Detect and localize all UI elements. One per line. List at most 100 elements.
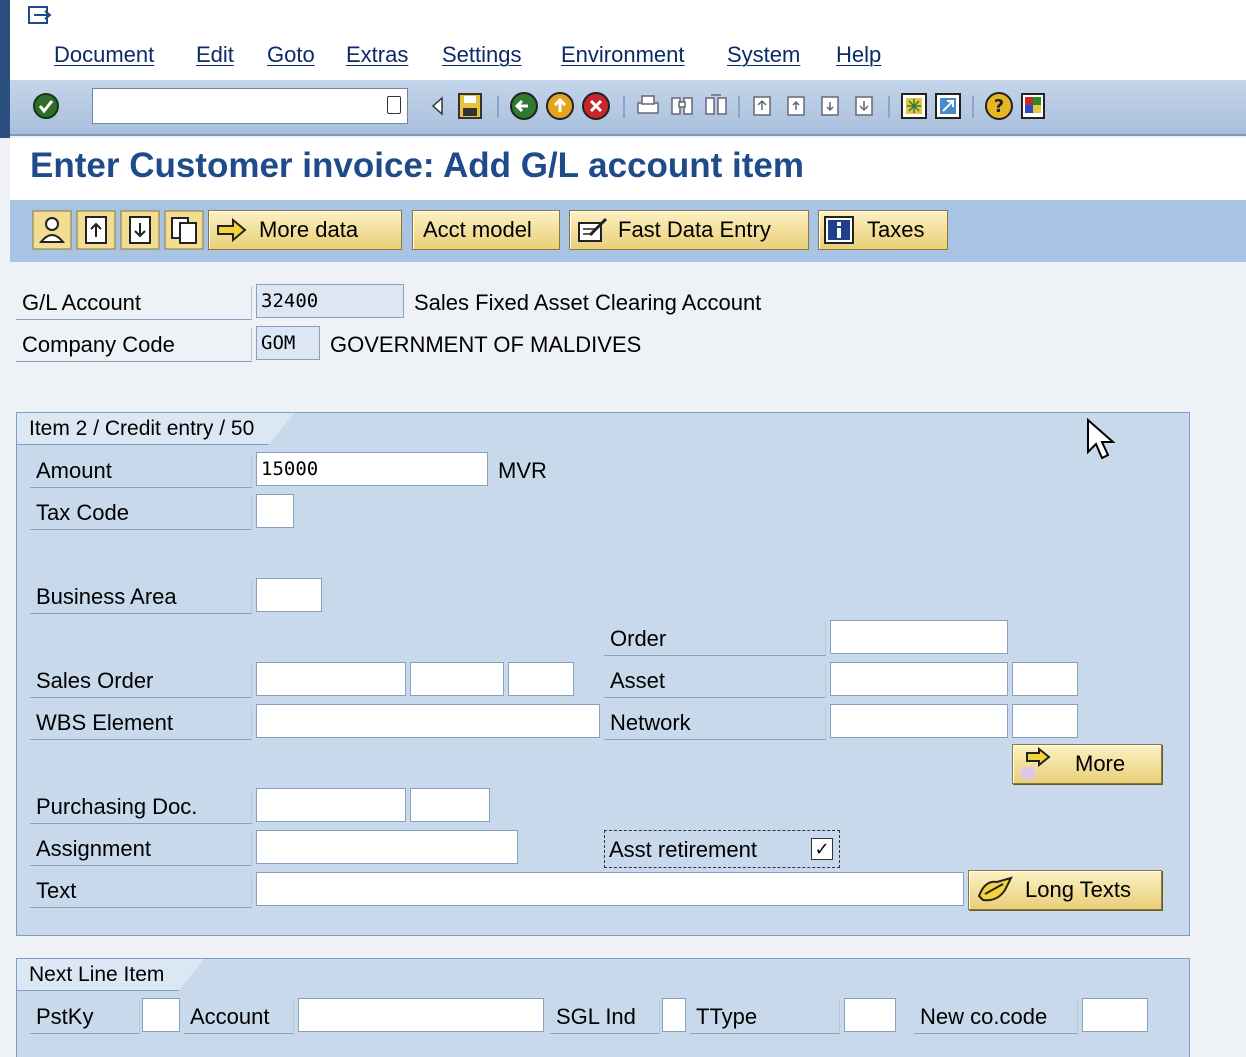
menu-edit[interactable]: Edit: [196, 42, 234, 68]
cancel-icon[interactable]: [581, 91, 611, 121]
fast-data-entry-label: Fast Data Entry: [618, 217, 771, 242]
gl-account-field[interactable]: 32400: [256, 284, 404, 318]
layout-menu-icon[interactable]: [1020, 92, 1046, 120]
company-code-description: GOVERNMENT OF MALDIVES: [330, 332, 642, 357]
gl-account-description: Sales Fixed Asset Clearing Account: [414, 290, 762, 315]
fast-data-entry-button[interactable]: Fast Data Entry: [569, 210, 809, 250]
asst-retirement-checkbox-group[interactable]: Asst retirement ✓: [604, 830, 840, 868]
pstky-field[interactable]: [142, 998, 180, 1032]
asset-field[interactable]: [830, 662, 1008, 696]
more-data-button[interactable]: More data: [208, 210, 402, 250]
assignment-field[interactable]: [256, 830, 518, 864]
network-field[interactable]: [830, 704, 1008, 738]
last-page-icon[interactable]: [852, 93, 878, 119]
business-area-field[interactable]: [256, 578, 322, 612]
menu-environment[interactable]: Environment: [561, 42, 685, 68]
amount-label: Amount: [30, 454, 252, 488]
command-dropdown-icon[interactable]: [387, 96, 401, 114]
first-page-icon[interactable]: [750, 93, 776, 119]
create-session-icon[interactable]: [900, 92, 928, 120]
next-page-icon[interactable]: [818, 93, 844, 119]
order-field[interactable]: [830, 620, 1008, 654]
system-menu-icon[interactable]: [28, 6, 54, 28]
menu-system[interactable]: System: [727, 42, 800, 68]
sales-order-schedule-field[interactable]: [508, 662, 574, 696]
sgl-ind-label: SGL Ind: [550, 1000, 660, 1034]
tax-code-field[interactable]: [256, 494, 294, 528]
previous-page-icon[interactable]: [784, 93, 810, 119]
toolbar-separator: [738, 96, 740, 118]
company-code-label: Company Code: [16, 328, 252, 362]
network-activity-field[interactable]: [1012, 704, 1078, 738]
asset-label: Asset: [604, 664, 826, 698]
save-icon[interactable]: [457, 92, 483, 120]
menu-extras[interactable]: Extras: [346, 42, 408, 68]
mouse-pointer-icon: [1087, 418, 1116, 460]
next-line-item-title: Next Line Item: [17, 959, 204, 991]
menu-settings[interactable]: Settings: [442, 42, 522, 68]
history-back-icon[interactable]: [430, 96, 444, 116]
ttype-label: TType: [690, 1000, 840, 1034]
menu-bar: Document Edit Goto Extras Settings Envir…: [10, 0, 1246, 80]
toolbar-separator: [623, 96, 625, 118]
order-label: Order: [604, 622, 826, 656]
taxes-button[interactable]: Taxes: [818, 210, 948, 250]
print-icon[interactable]: [635, 93, 661, 119]
previous-item-icon[interactable]: [76, 210, 116, 250]
wbs-element-label: WBS Element: [30, 706, 252, 740]
person-icon[interactable]: [32, 210, 72, 250]
info-icon: [824, 216, 854, 244]
menu-help[interactable]: Help: [836, 42, 881, 68]
shortcut-icon[interactable]: [934, 92, 962, 120]
sales-order-label: Sales Order: [30, 664, 252, 698]
company-code-field[interactable]: GOM: [256, 326, 320, 360]
toolbar-separator: [972, 96, 974, 118]
sgl-ind-field[interactable]: [662, 998, 686, 1032]
more-button[interactable]: More: [1012, 744, 1162, 784]
back-icon[interactable]: [509, 91, 539, 121]
purchasing-doc-label: Purchasing Doc.: [30, 790, 252, 824]
long-texts-label: Long Texts: [1025, 877, 1132, 902]
acct-model-button[interactable]: Acct model: [412, 210, 560, 250]
pstky-label: PstKy: [30, 1000, 140, 1034]
edit-document-icon: [578, 217, 608, 242]
system-toolbar: ?: [10, 80, 1246, 136]
next-item-icon[interactable]: [120, 210, 160, 250]
menu-document[interactable]: Document: [54, 42, 154, 68]
find-icon[interactable]: [669, 93, 695, 119]
help-icon[interactable]: ?: [984, 91, 1014, 121]
asst-retirement-label: Asst retirement: [609, 837, 757, 862]
more-button-label: More: [1075, 751, 1126, 776]
account-field[interactable]: [298, 998, 544, 1032]
business-area-label: Business Area: [30, 580, 252, 614]
account-label: Account: [184, 1000, 294, 1034]
wbs-element-field[interactable]: [256, 704, 600, 738]
purchasing-doc-item-field[interactable]: [410, 788, 490, 822]
purchasing-doc-field[interactable]: [256, 788, 406, 822]
menu-goto[interactable]: Goto: [267, 42, 315, 68]
more-data-label: More data: [259, 217, 359, 242]
svg-text:?: ?: [994, 96, 1004, 117]
toolbar-separator: [497, 96, 499, 118]
sales-order-item-field[interactable]: [410, 662, 504, 696]
long-texts-icon: [977, 876, 1013, 902]
taxes-label: Taxes: [867, 217, 925, 242]
window-frame: [0, 0, 10, 138]
exit-icon[interactable]: [545, 91, 575, 121]
assignment-label: Assignment: [30, 832, 252, 866]
amount-field[interactable]: 15000: [256, 452, 488, 486]
sales-order-field[interactable]: [256, 662, 406, 696]
asset-subnumber-field[interactable]: [1012, 662, 1078, 696]
item-group-title: Item 2 / Credit entry / 50: [17, 413, 294, 445]
gl-account-label: G/L Account: [16, 286, 252, 320]
new-co-code-field[interactable]: [1082, 998, 1148, 1032]
command-field[interactable]: [92, 88, 408, 124]
find-next-icon[interactable]: [703, 93, 729, 119]
new-co-code-label: New co.code: [914, 1000, 1078, 1034]
ttype-field[interactable]: [844, 998, 896, 1032]
copy-icon[interactable]: [164, 210, 204, 250]
enter-check-icon[interactable]: [32, 92, 60, 120]
long-texts-button[interactable]: Long Texts: [968, 870, 1162, 910]
asst-retirement-checkbox[interactable]: ✓: [811, 838, 833, 860]
text-field[interactable]: [256, 872, 964, 906]
